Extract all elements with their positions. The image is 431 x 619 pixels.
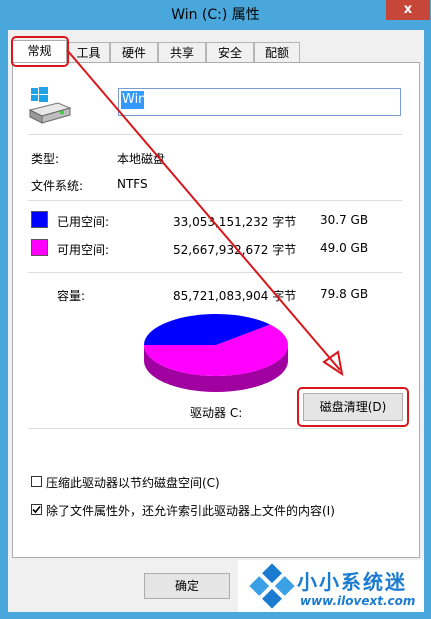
annotation-arrow <box>66 49 344 377</box>
watermark-name: 小小系统迷 <box>297 570 407 594</box>
watermark-url: www.ilovext.com <box>300 594 416 608</box>
watermark-logo-icon <box>249 563 295 609</box>
